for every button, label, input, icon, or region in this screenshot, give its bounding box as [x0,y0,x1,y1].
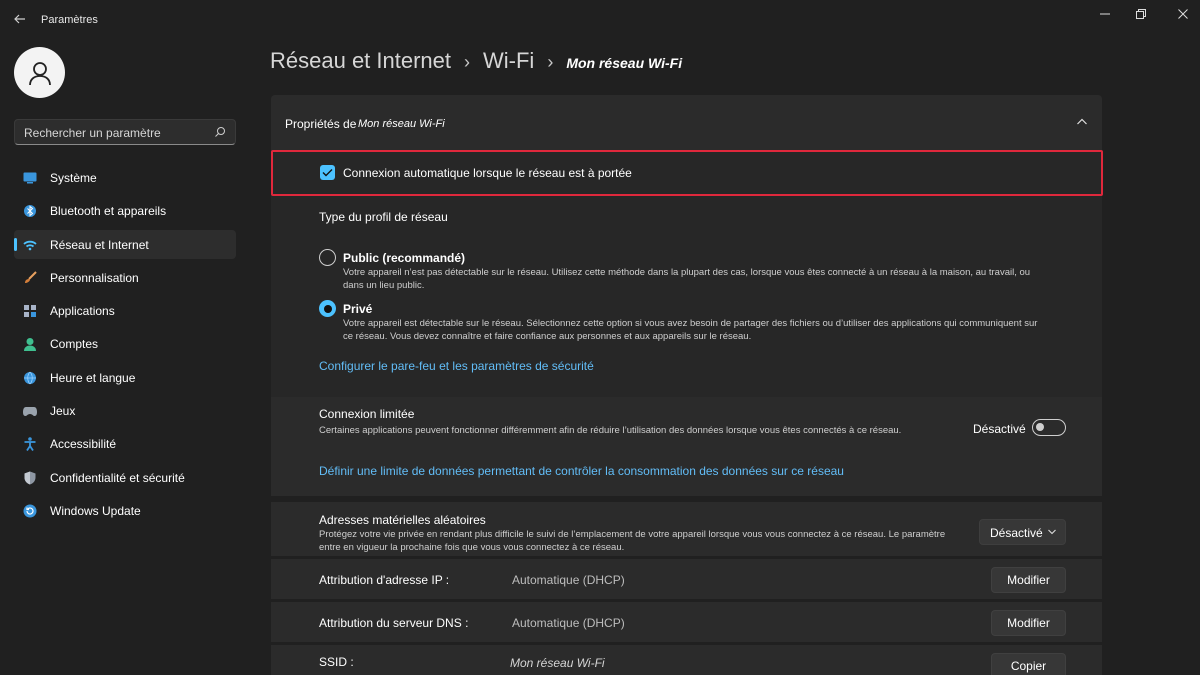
minimize-icon [1100,13,1110,15]
sidebar-item-windows-update[interactable]: Windows Update [14,496,236,525]
ssid-value: Mon réseau Wi-Fi [510,656,605,670]
sidebar-item-label: Jeux [50,404,76,419]
person-icon [28,61,51,85]
globe-clock-icon [23,371,37,385]
person-icon [23,337,37,352]
private-description: Votre appareil est détectable sur le rés… [343,318,1038,342]
ip-label: Attribution d'adresse IP : [319,573,450,587]
breadcrumb-wifi[interactable]: Wi-Fi [483,48,534,74]
radio-private[interactable] [319,300,336,317]
properties-panel: Propriétés de Mon réseau Wi-Fi Connexion… [271,95,1103,675]
metered-connection-row: Connexion limitée Certaines applications… [271,397,1102,496]
random-mac-dropdown[interactable]: Désactivé [979,519,1066,545]
minimize-button[interactable] [1092,6,1118,22]
sidebar-item-bluetooth[interactable]: Bluetooth et appareils [14,196,236,225]
brush-icon [23,271,37,285]
breadcrumb: Réseau et Internet › Wi-Fi › Mon réseau … [270,48,682,78]
search-placeholder: Rechercher un paramètre [24,126,161,140]
app-title: Paramètres [41,14,98,26]
close-button[interactable] [1170,6,1196,22]
chevron-up-icon[interactable] [1076,117,1088,127]
dns-label: Attribution du serveur DNS : [319,616,469,630]
properties-label: Propriétés de [285,117,357,131]
wifi-icon [23,238,37,252]
sidebar-item-reseau[interactable]: Réseau et Internet [14,229,236,259]
sidebar-item-confidentialite[interactable]: Confidentialité et sécurité [14,463,236,492]
profile-type-title: Type du profil de réseau [319,210,448,224]
sidebar-item-label: Heure et langue [50,370,136,385]
dropdown-value: Désactivé [990,526,1043,540]
edit-ip-button[interactable]: Modifier [991,567,1066,593]
checkmark-icon [322,169,333,177]
properties-header[interactable]: Propriétés de Mon réseau Wi-Fi [271,95,1102,151]
copy-ssid-button[interactable]: Copier [991,653,1066,675]
search-input[interactable]: Rechercher un paramètre [14,119,236,145]
sidebar-item-applications[interactable]: Applications [14,296,236,325]
ssid-label: SSID : [319,655,354,669]
breadcrumb-network[interactable]: Réseau et Internet [270,48,451,74]
metered-title: Connexion limitée [319,407,415,421]
sidebar-item-systeme[interactable]: Système [14,163,236,192]
edit-dns-button[interactable]: Modifier [991,610,1066,636]
dns-assignment-row: Attribution du serveur DNS : Automatique… [271,602,1102,642]
breadcrumb-separator: › [547,52,554,72]
page-title: Mon réseau Wi-Fi [566,55,683,71]
back-button[interactable] [10,9,30,29]
auto-connect-label: Connexion automatique lorsque le réseau … [343,166,632,180]
close-icon [1178,9,1188,19]
firewall-link[interactable]: Configurer le pare-feu et les paramètres… [319,359,594,373]
ip-assignment-row: Attribution d'adresse IP : Automatique (… [271,559,1102,599]
ssid-row: SSID : Mon réseau Wi-Fi Copier [271,645,1102,675]
breadcrumb-separator: › [464,52,471,72]
public-title: Public (recommandé) [343,251,466,265]
bluetooth-icon [23,204,37,218]
sidebar-item-accessibilite[interactable]: Accessibilité [14,429,236,458]
sidebar-item-label: Système [50,171,97,185]
sidebar-item-heure-langue[interactable]: Heure et langue [14,363,236,392]
sidebar-nav: Système Bluetooth et appareils Réseau et… [14,163,236,529]
sidebar-item-label: Comptes [50,337,99,352]
sidebar-item-personnalisation[interactable]: Personnalisation [14,263,236,292]
dns-value: Automatique (DHCP) [512,616,625,630]
ip-value: Automatique (DHCP) [512,573,625,587]
sidebar-item-label: Confidentialité et sécurité [50,470,185,485]
chevron-down-icon [1048,529,1056,535]
accessibility-icon [23,437,37,452]
restore-button[interactable] [1128,6,1154,22]
random-mac-description: Protégez votre vie privée en rendant plu… [319,529,946,553]
data-limit-link[interactable]: Définir une limite de données permettant… [319,464,844,478]
sidebar-item-label: Réseau et Internet [50,237,149,252]
monitor-icon [23,171,37,185]
sidebar-item-label: Bluetooth et appareils [50,204,167,219]
shield-icon [23,471,37,485]
apps-icon [23,304,37,318]
radio-dot [323,304,332,313]
sidebar-item-label: Windows Update [50,503,141,518]
title-bar: Paramètres [0,0,1200,40]
private-title: Privé [343,302,373,316]
gamepad-icon [23,404,37,418]
metered-state: Désactivé [973,422,1026,436]
metered-description: Certaines applications peuvent fonctionn… [319,425,902,436]
restore-icon [1136,9,1146,19]
sidebar-item-label: Personnalisation [50,270,139,285]
auto-connect-checkbox[interactable] [320,165,335,180]
back-arrow-icon [14,14,25,24]
network-name: Mon réseau Wi-Fi [358,118,445,130]
sidebar-item-label: Applications [50,304,115,319]
public-description: Votre appareil n’est pas détectable sur … [343,267,1031,291]
search-icon [215,127,225,137]
random-mac-row: Adresses matérielles aléatoires Protégez… [271,502,1102,556]
radio-public[interactable] [319,249,336,266]
sidebar-item-jeux[interactable]: Jeux [14,396,236,425]
sidebar-item-comptes[interactable]: Comptes [14,329,236,358]
avatar[interactable] [14,47,65,98]
sidebar-item-label: Accessibilité [50,437,117,452]
random-mac-title: Adresses matérielles aléatoires [319,513,486,527]
metered-toggle[interactable] [1032,419,1066,436]
update-icon [23,504,37,518]
toggle-knob [1036,423,1044,431]
